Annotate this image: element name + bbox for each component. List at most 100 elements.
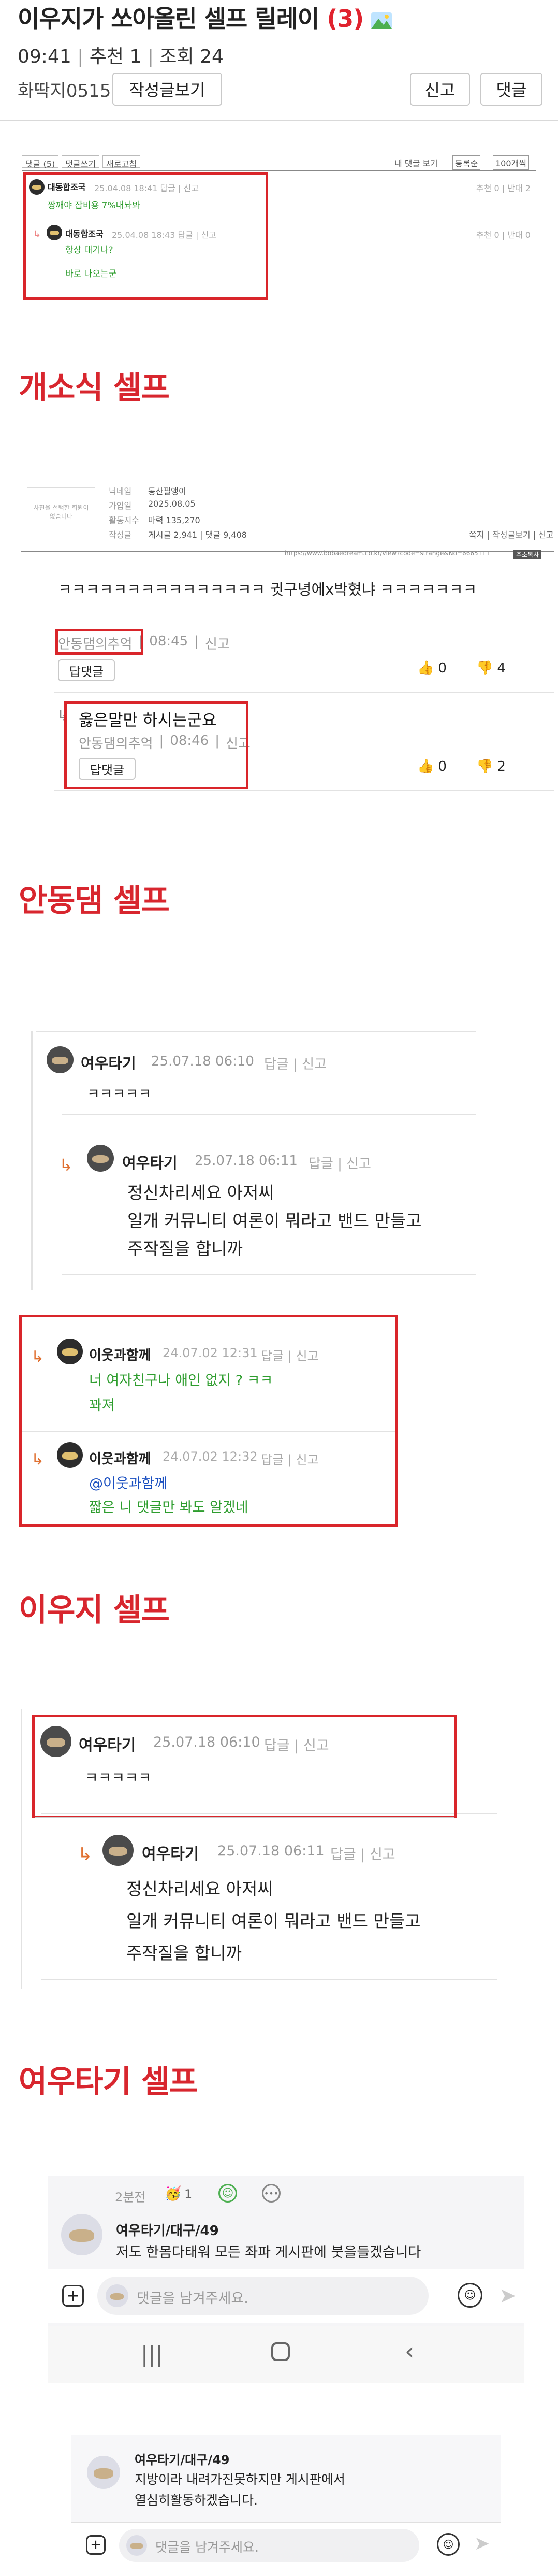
- add-attachment-icon[interactable]: +: [86, 2535, 106, 2555]
- comment-line: 열심히활동하겠습니다.: [135, 2493, 258, 2508]
- divider: [54, 692, 554, 693]
- comment-button[interactable]: 댓글: [480, 73, 542, 106]
- reply-button[interactable]: 답댓글: [58, 659, 115, 681]
- toolbar-comments[interactable]: 댓글 (5): [22, 155, 59, 169]
- smile-reaction-icon[interactable]: ☺: [218, 2184, 237, 2203]
- comment-line: 일개 커뮤니티 여론이 뭐라고 밴드 만들고: [127, 1211, 422, 1231]
- dislike-control[interactable]: 👎 2: [476, 759, 506, 774]
- divider: [22, 170, 536, 171]
- comment-time: 25.07.18 06:10: [151, 1054, 254, 1069]
- divider: [35, 1817, 454, 1818]
- comment-text: ㅋㅋㅋㅋㅋㅋㅋㅋㅋㅋㅋㅋㅋㅋㅋ 귓구녕에x박혔냐 ㅋㅋㅋㅋㅋㅋㅋ: [58, 581, 477, 598]
- comment-time: 08:45: [149, 634, 188, 649]
- thumb-up-icon: 👍: [417, 759, 434, 774]
- sort-select[interactable]: 등록순: [452, 155, 481, 170]
- info-label: 가입일: [109, 501, 132, 511]
- like-control[interactable]: 👍 0: [417, 660, 447, 676]
- send-icon[interactable]: ➤: [499, 2284, 517, 2308]
- info-label: 닉네임: [109, 486, 132, 496]
- commenter-name[interactable]: 여우타기/대구/49: [135, 2450, 229, 2468]
- comment-line: 일개 커뮤니티 여론이 뭐라고 밴드 만들고: [126, 1911, 421, 1931]
- section-heading: 여우타기 셀프: [19, 2064, 198, 2100]
- emoji-icon[interactable]: ☺: [458, 2283, 482, 2308]
- section-heading: 안동댐 셀프: [19, 883, 170, 919]
- page-size-select[interactable]: 100개씩: [493, 155, 529, 170]
- section-heading: 이우지 셀프: [19, 1592, 170, 1629]
- highlight-box: [23, 172, 268, 300]
- toolbar-refresh[interactable]: 새로고침: [102, 155, 140, 169]
- dislike-control[interactable]: 👎 4: [476, 660, 506, 676]
- post-url: https://www.bobaedream.co.kr/view?code=s…: [285, 550, 490, 557]
- info-value: 마력 135,270: [148, 515, 200, 525]
- dislike-count: 4: [497, 660, 506, 676]
- commenter-name[interactable]: 여우타기: [81, 1052, 136, 1073]
- my-comments-link[interactable]: 내 댓글 보기: [394, 156, 438, 169]
- comment-body: 정신차리세요 아저씨 일개 커뮤니티 여론이 뭐라고 밴드 만들고 주작질을 합…: [126, 1873, 421, 1969]
- avatar: [126, 2535, 147, 2556]
- like-control[interactable]: 👍 0: [417, 759, 447, 774]
- avatar: [87, 1145, 114, 1172]
- comment-time: 25.07.18 06:11: [195, 1153, 298, 1169]
- emoji-icon[interactable]: ☺: [437, 2533, 460, 2556]
- comment-text: ㅋㅋㅋㅋㅋ: [87, 1086, 152, 1102]
- screenshot-3: 여우타기 25.07.18 06:10 답글 | 신고 ㅋㅋㅋㅋㅋ ↳ 여우타기…: [31, 1031, 476, 1290]
- reply-arrow-icon: ↳: [78, 1844, 93, 1865]
- info-label: 작성글: [109, 530, 132, 540]
- divider: [41, 1979, 497, 1980]
- commenter-name[interactable]: 여우타기/대구/49: [116, 2220, 219, 2239]
- vote-counts: 추천 0 | 반대 0: [476, 230, 531, 240]
- sep: |: [194, 634, 199, 649]
- landscape-emoji-icon: [371, 12, 392, 29]
- comment-body: 지방이라 내려가진못하지만 게시판에서 열심히활동하겠습니다.: [135, 2469, 345, 2511]
- avatar: [102, 1835, 134, 1866]
- post-title: 이우지가 쏘아올린 셀프 릴레이 (3): [18, 0, 392, 34]
- comment-input[interactable]: 댓글을 남겨주세요.: [97, 2277, 429, 2315]
- input-placeholder: 댓글을 남겨주세요.: [137, 2291, 248, 2307]
- section-heading: 개소식 셀프: [19, 370, 170, 406]
- divider: [36, 1031, 476, 1032]
- divider: [31, 1031, 33, 1290]
- post-meta: 09:41 | 추천 1 | 조회 24: [18, 41, 224, 68]
- back-icon[interactable]: ‹: [405, 2337, 414, 2365]
- sep: |: [147, 46, 160, 67]
- toolbar-write[interactable]: 댓글쓰기: [62, 155, 100, 169]
- comment-line: 지방이라 내려가진못하지만 게시판에서: [135, 2472, 345, 2487]
- divider: [62, 1114, 476, 1115]
- more-options-icon[interactable]: •••: [262, 2184, 281, 2203]
- avatar: [106, 2284, 128, 2307]
- copy-url-button[interactable]: 주소복사: [513, 550, 542, 559]
- report-button[interactable]: 신고: [410, 73, 470, 106]
- comment-input-bar: + 댓글을 남겨주세요. ☺ ➤: [48, 2269, 524, 2323]
- comment-actions[interactable]: 답글 | 신고: [264, 1054, 327, 1073]
- commenter-name[interactable]: 여우타기: [142, 1841, 199, 1864]
- reaction-emoji-icon[interactable]: 🥳: [165, 2186, 181, 2201]
- report-link[interactable]: 신고: [205, 634, 230, 653]
- home-icon[interactable]: [271, 2342, 290, 2361]
- android-nav-bar: ||| ‹: [48, 2326, 524, 2383]
- send-icon[interactable]: ➤: [474, 2533, 490, 2554]
- recent-apps-icon[interactable]: |||: [141, 2341, 163, 2367]
- comment-line: 주작질을 합니까: [127, 1239, 243, 1259]
- comment-input[interactable]: 댓글을 남겨주세요.: [119, 2529, 419, 2562]
- comment-actions[interactable]: 답글 | 신고: [309, 1153, 371, 1172]
- post-author[interactable]: 화딱지0515: [18, 77, 111, 102]
- profile-links[interactable]: 쪽지 | 작성글보기 | 신고: [469, 528, 554, 540]
- highlight-box: [55, 629, 143, 655]
- avatar: [47, 1046, 74, 1073]
- highlight-box: [19, 1315, 398, 1527]
- comment-body: 정신차리세요 아저씨 일개 커뮤니티 여론이 뭐라고 밴드 만들고 주작질을 합…: [127, 1179, 422, 1263]
- add-attachment-icon[interactable]: +: [62, 2285, 84, 2307]
- comment-time: 25.07.18 06:11: [217, 1843, 325, 1859]
- commenter-name[interactable]: 여우타기: [122, 1151, 178, 1173]
- comment-actions[interactable]: 답글 | 신고: [330, 1843, 395, 1863]
- comment-line: 정신차리세요 아저씨: [126, 1879, 273, 1899]
- thumb-down-icon: 👎: [476, 660, 493, 676]
- divider: [62, 1274, 476, 1275]
- divider: [0, 120, 558, 121]
- info-label: 활동지수: [109, 515, 139, 525]
- view-posts-button[interactable]: 작성글보기: [112, 73, 222, 106]
- thumb-up-icon: 👍: [417, 660, 434, 676]
- like-count: 0: [438, 759, 447, 774]
- comment-input-bar: + 댓글을 남겨주세요. ☺ ➤: [71, 2522, 501, 2569]
- info-value[interactable]: 동산필앵이: [148, 484, 186, 497]
